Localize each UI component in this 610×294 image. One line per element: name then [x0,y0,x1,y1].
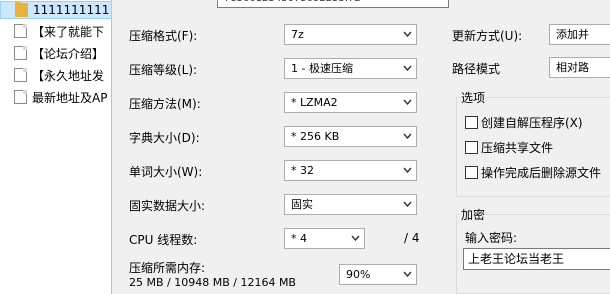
compress-shared-checkbox[interactable]: 压缩共享文件 [465,139,553,156]
memory-percent-select[interactable]: 90% [339,264,417,285]
threads-select[interactable]: * 4 [284,228,365,249]
chevron-down-icon [403,201,412,207]
chevron-down-icon [403,99,412,105]
document-icon [14,46,27,60]
threads-label: CPU 线程数: [129,233,198,247]
delete-after-label: 操作完成后删除源文件 [481,166,602,180]
threads-value: * 4 [291,232,307,245]
memory-value: 25 MB / 10948 MB / 12164 MB [129,276,296,289]
file-name: 最新地址及AP [32,90,108,105]
chevron-down-icon [403,65,412,71]
folder-icon [15,2,28,17]
update-mode-select[interactable]: 添加并 [549,24,610,45]
method-value: * LZMA2 [291,96,338,109]
encryption-title: 加密 [459,206,488,223]
memory-label: 压缩所需内存: [129,261,206,275]
method-select[interactable]: * LZMA2 [284,92,417,113]
file-list: 1111111111 【来了就能下 【论坛介绍】 【永久地址发 最新地址及AP [0,0,112,294]
document-icon [14,24,27,38]
password-input[interactable]: 上老王论坛当老王 [463,248,610,270]
file-row[interactable]: 最新地址及AP [0,88,112,106]
compress-shared-label: 压缩共享文件 [481,141,554,155]
level-label: 压缩等级(L): [129,63,198,77]
format-value: 7z [291,28,304,41]
document-icon [14,90,27,104]
checkbox-box[interactable] [465,116,478,129]
options-title: 选项 [459,89,488,106]
chevron-down-icon [403,133,412,139]
dictionary-value: * 256 KB [291,130,340,143]
solid-block-select[interactable]: 固实 [284,194,417,215]
document-icon [14,68,27,82]
create-sfx-checkbox[interactable]: 创建自解压程序(X) [465,114,583,131]
file-row[interactable]: 【论坛介绍】 [0,44,112,62]
threads-max: / 4 [404,231,420,245]
delete-after-checkbox[interactable]: 操作完成后删除源文件 [465,164,601,181]
file-name: 【论坛介绍】 [32,46,105,61]
path-mode-select[interactable]: 相对路 [549,57,610,78]
password-label: 输入密码: [465,231,518,245]
file-row-folder[interactable]: 1111111111 [0,1,112,19]
chevron-down-icon [403,167,412,173]
update-mode-value: 添加并 [556,28,589,41]
solid-block-label: 固实数据大小: [129,199,206,213]
chevron-down-icon [403,271,412,277]
path-mode-value: 相对路 [556,61,589,74]
format-select[interactable]: 7z [284,24,417,45]
level-select[interactable]: 1 - 极速压缩 [284,58,417,79]
method-label: 压缩方法(M): [129,97,201,111]
file-name: 【来了就能下 [32,24,105,39]
file-name: 1111111111 [33,3,110,17]
word-size-label: 单词大小(W): [129,165,203,179]
dictionary-select[interactable]: * 256 KB [284,126,417,147]
create-sfx-label: 创建自解压程序(X) [481,116,583,130]
checkbox-box[interactable] [465,166,478,179]
add-to-archive-dialog: 7850012545075092255.72 压缩格式(F): 7z 压缩等级(… [113,0,610,294]
checkbox-box[interactable] [465,141,478,154]
format-label: 压缩格式(F): [129,29,198,43]
file-row[interactable]: 【永久地址发 [0,66,112,84]
file-name: 【永久地址发 [32,68,105,83]
solid-block-value: 固实 [291,198,313,211]
dictionary-label: 字典大小(D): [129,131,200,145]
chevron-down-icon [403,31,412,37]
archive-path-field[interactable]: 7850012545075092255.72 [217,0,449,8]
level-value: 1 - 极速压缩 [291,62,353,75]
file-row[interactable]: 【来了就能下 [0,22,112,40]
update-mode-label: 更新方式(U): [452,29,523,43]
word-size-select[interactable]: * 32 [284,160,417,181]
word-size-value: * 32 [291,164,314,177]
path-mode-label: 路径模式 [452,62,501,76]
chevron-down-icon [351,235,360,241]
memory-percent-value: 90% [346,268,371,281]
